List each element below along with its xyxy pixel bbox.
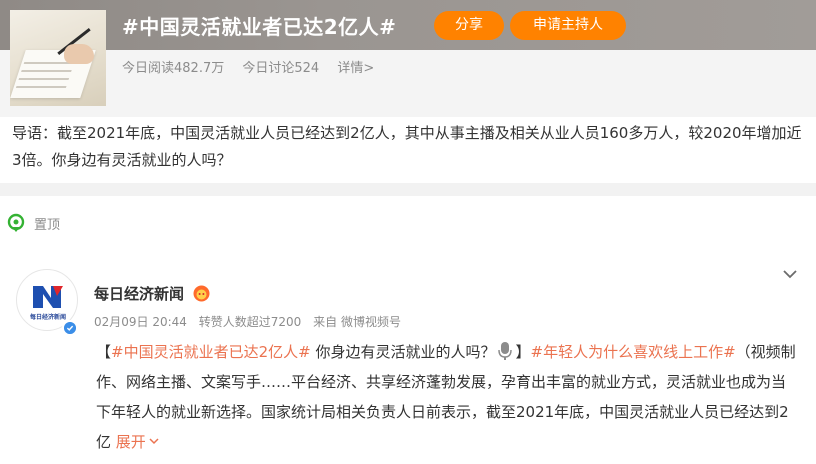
weibo-post: 每日经济新闻 每日经济新闻 02月09日 20:44 转赞人数超过7200 来自… (0, 250, 816, 464)
pin-icon (7, 213, 25, 232)
pinned-label: 置顶 (34, 217, 61, 233)
topic-tag-link[interactable]: #中国灵活就业者已达2亿人# (111, 343, 311, 361)
post-time[interactable]: 02月09日 20:44 (94, 315, 187, 329)
microphone-icon (498, 342, 513, 360)
post-question: 你身边有灵活就业的人吗？ (310, 343, 496, 361)
share-button[interactable]: 分享 (434, 11, 504, 40)
expand-label[interactable]: 展开 (116, 433, 146, 451)
repost-count: 转赞人数超过7200 (198, 315, 302, 329)
vip-badge-icon (193, 285, 210, 302)
pinned-row: 置顶 (6, 211, 60, 235)
chevron-down-icon[interactable] (780, 264, 800, 284)
topic-header: #中国灵活就业者已达2亿人# 分享 申请主持人 今日阅读482.7万 今日讨论5… (0, 0, 816, 117)
young-people-tag-link[interactable]: #年轻人为什么喜欢线上工作# (531, 343, 736, 361)
topic-title: #中国灵活就业者已达2亿人# (122, 15, 397, 39)
brand-logo-icon (31, 282, 65, 310)
topic-stats: 今日阅读482.7万 今日讨论524 详情> (122, 57, 388, 76)
post-source: 来自 微博视频号 (313, 315, 401, 329)
topic-intro: 导语：截至2021年底，中国灵活就业人员已经达到2亿人，其中从事主播及相关从业人… (12, 124, 802, 169)
bracket-close: 】 (515, 343, 531, 361)
post-meta: 02月09日 20:44 转赞人数超过7200 来自 微博视频号 (94, 313, 409, 330)
post-content: 【#中国灵活就业者已达2亿人# 你身边有灵活就业的人吗？ 】#年轻人为什么喜欢线… (96, 337, 796, 457)
discussion-count: 今日讨论524 (242, 61, 320, 76)
author-name[interactable]: 每日经济新闻 (94, 283, 210, 304)
bracket-open: 【 (96, 343, 112, 361)
section-divider (0, 183, 816, 196)
topic-cover-image (10, 10, 106, 106)
verified-icon (62, 320, 78, 336)
apply-host-button[interactable]: 申请主持人 (510, 11, 626, 40)
expand-chevron-icon (149, 438, 159, 445)
details-link[interactable]: 详情> (337, 61, 374, 76)
read-count: 今日阅读482.7万 (122, 61, 225, 76)
author-name-text[interactable]: 每日经济新闻 (94, 285, 184, 303)
expand-link[interactable]: 展开 (116, 433, 160, 451)
